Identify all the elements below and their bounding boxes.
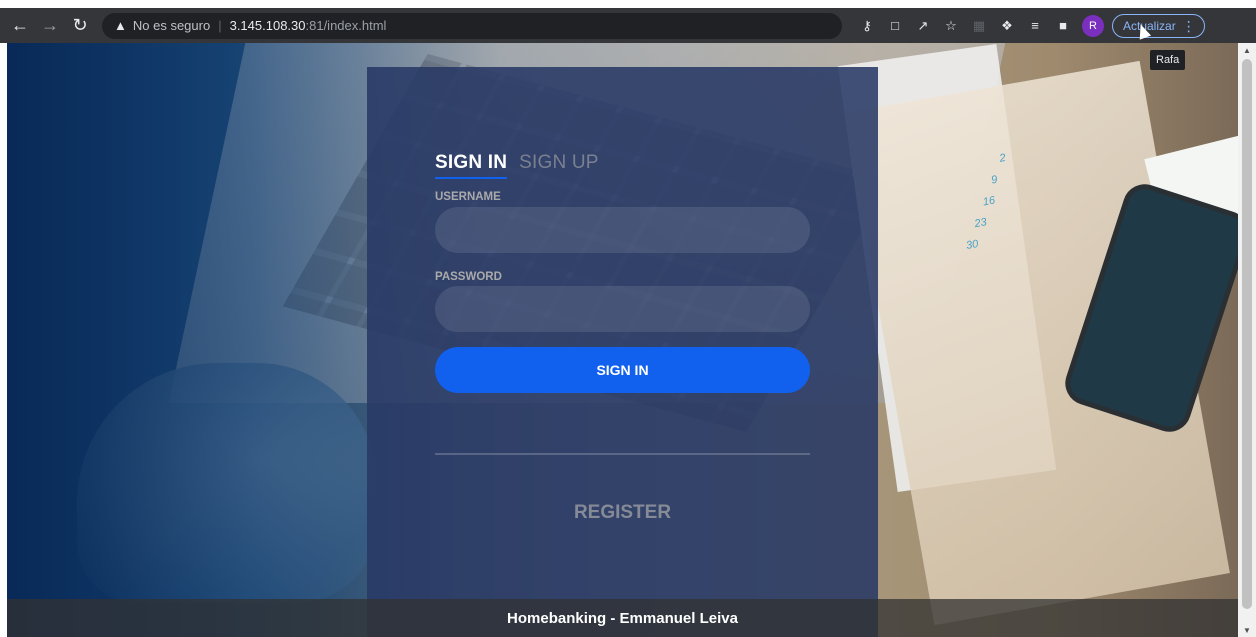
translate-icon[interactable]: □ — [882, 13, 908, 39]
security-status: No es seguro — [132, 18, 211, 33]
scroll-up-icon[interactable]: ▲ — [1238, 43, 1256, 57]
tab-sign-up[interactable]: SIGN UP — [519, 152, 599, 179]
page-viewport: 2 9 16 23 30 SIGN IN SIGN UP USERNAME PA… — [7, 43, 1238, 637]
profile-tooltip: Rafa — [1150, 50, 1186, 70]
puzzle-icon[interactable]: ❖ — [994, 13, 1020, 39]
forward-icon[interactable]: → — [36, 12, 64, 40]
password-input[interactable] — [435, 286, 810, 332]
star-icon[interactable]: ☆ — [938, 13, 964, 39]
kebab-menu-icon: ⋮ — [1181, 17, 1196, 34]
reload-icon[interactable]: ↻ — [66, 12, 94, 40]
footer-text: Homebanking - Emmanuel Leiva — [507, 609, 738, 627]
footer: Homebanking - Emmanuel Leiva — [7, 599, 1238, 637]
tab-sign-in[interactable]: SIGN IN — [435, 152, 508, 179]
key-icon[interactable]: ⚷ — [854, 13, 880, 39]
sign-in-button[interactable]: SIGN IN — [435, 347, 810, 393]
register-link[interactable]: REGISTER — [367, 502, 878, 524]
login-card: SIGN IN SIGN UP USERNAME PASSWORD SIGN I… — [367, 67, 878, 637]
toolbar-icons: ⚷ □ ↗ ☆ ▦ ❖ ≡ ■ R Actualizar ⋮ — [852, 13, 1205, 39]
warning-icon: ▲ — [114, 18, 127, 33]
url-host: 3.145.108.30 — [229, 18, 306, 33]
sidebar-icon[interactable]: ■ — [1050, 13, 1076, 39]
address-bar[interactable]: ▲ No es seguro | 3.145.108.30 :81/index.… — [102, 12, 842, 39]
url-path: :81/index.html — [305, 18, 387, 33]
auth-tabs: SIGN IN SIGN UP — [435, 152, 599, 179]
top-strip — [0, 0, 1256, 8]
scroll-down-icon[interactable]: ▼ — [1238, 623, 1256, 637]
reading-list-icon[interactable]: ≡ — [1022, 13, 1048, 39]
back-icon[interactable]: ← — [6, 12, 34, 40]
omnibox-separator: | — [218, 18, 222, 33]
divider — [435, 453, 810, 455]
share-icon[interactable]: ↗ — [910, 13, 936, 39]
username-label: USERNAME — [435, 191, 501, 203]
profile-avatar[interactable]: R — [1082, 14, 1104, 37]
page-scrollbar[interactable]: ▲ ▼ — [1238, 43, 1256, 637]
username-input[interactable] — [435, 207, 810, 253]
extension-dim-icon[interactable]: ▦ — [966, 13, 992, 39]
browser-toolbar: ← → ↻ ▲ No es seguro | 3.145.108.30 :81/… — [0, 8, 1256, 43]
password-label: PASSWORD — [435, 271, 502, 283]
scroll-thumb[interactable] — [1242, 59, 1252, 609]
update-button[interactable]: Actualizar ⋮ — [1112, 13, 1205, 38]
